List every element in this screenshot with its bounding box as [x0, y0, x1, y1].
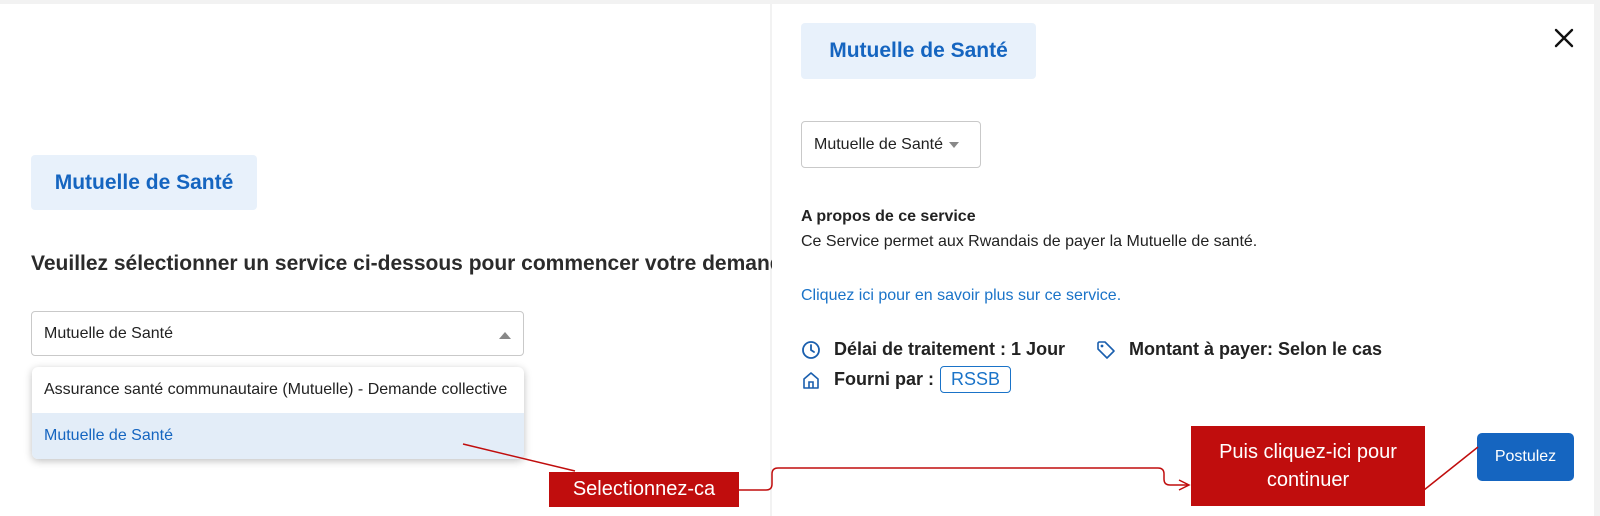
- service-select-value: Mutuelle de Santé: [44, 324, 173, 342]
- service-select-detail-value: Mutuelle de Santé: [814, 135, 943, 153]
- tag-icon: [1097, 340, 1115, 359]
- close-icon[interactable]: [1552, 26, 1576, 50]
- clock-icon: [802, 340, 820, 359]
- provider: Fourni par : RSSB: [801, 366, 1012, 393]
- caret-down-icon: [948, 141, 959, 148]
- amount-label: Montant à payer: Selon le cas: [1129, 339, 1383, 359]
- service-chip-detail: Mutuelle de Santé: [801, 23, 1036, 79]
- service-select[interactable]: Mutuelle de Santé: [31, 311, 524, 356]
- service-select-detail[interactable]: Mutuelle de Santé: [801, 121, 981, 168]
- provider-label: Fourni par :: [834, 369, 934, 389]
- panel-divider: [0, 0, 770, 4]
- select-hint-callout: Selectionnez-ca: [549, 472, 739, 507]
- amount-to-pay: Montant à payer: Selon le cas: [1096, 339, 1382, 360]
- provider-badge: RSSB: [940, 366, 1012, 393]
- page-heading: Veuillez sélectionner un service ci-dess…: [31, 252, 795, 275]
- processing-time: Délai de traitement : 1 Jour: [801, 339, 1065, 360]
- dropdown-option[interactable]: Assurance santé communautaire (Mutuelle)…: [32, 367, 524, 413]
- dropdown-option-selected[interactable]: Mutuelle de Santé: [32, 413, 524, 459]
- continue-hint-callout: Puis cliquez-ici pour continuer: [1191, 426, 1425, 506]
- service-dropdown-menu: Assurance santé communautaire (Mutuelle)…: [32, 367, 524, 459]
- about-description: Ce Service permet aux Rwandais de payer …: [801, 233, 1258, 250]
- home-icon: [803, 371, 819, 389]
- about-title: A propos de ce service: [801, 208, 976, 225]
- learn-more-link[interactable]: Cliquez ici pour en savoir plus sur ce s…: [801, 287, 1121, 305]
- apply-button[interactable]: Postulez: [1477, 433, 1574, 481]
- service-chip: Mutuelle de Santé: [31, 155, 257, 210]
- processing-time-label: Délai de traitement : 1 Jour: [834, 339, 1066, 359]
- caret-up-icon: [499, 332, 511, 339]
- service-detail-panel: [772, 4, 1594, 516]
